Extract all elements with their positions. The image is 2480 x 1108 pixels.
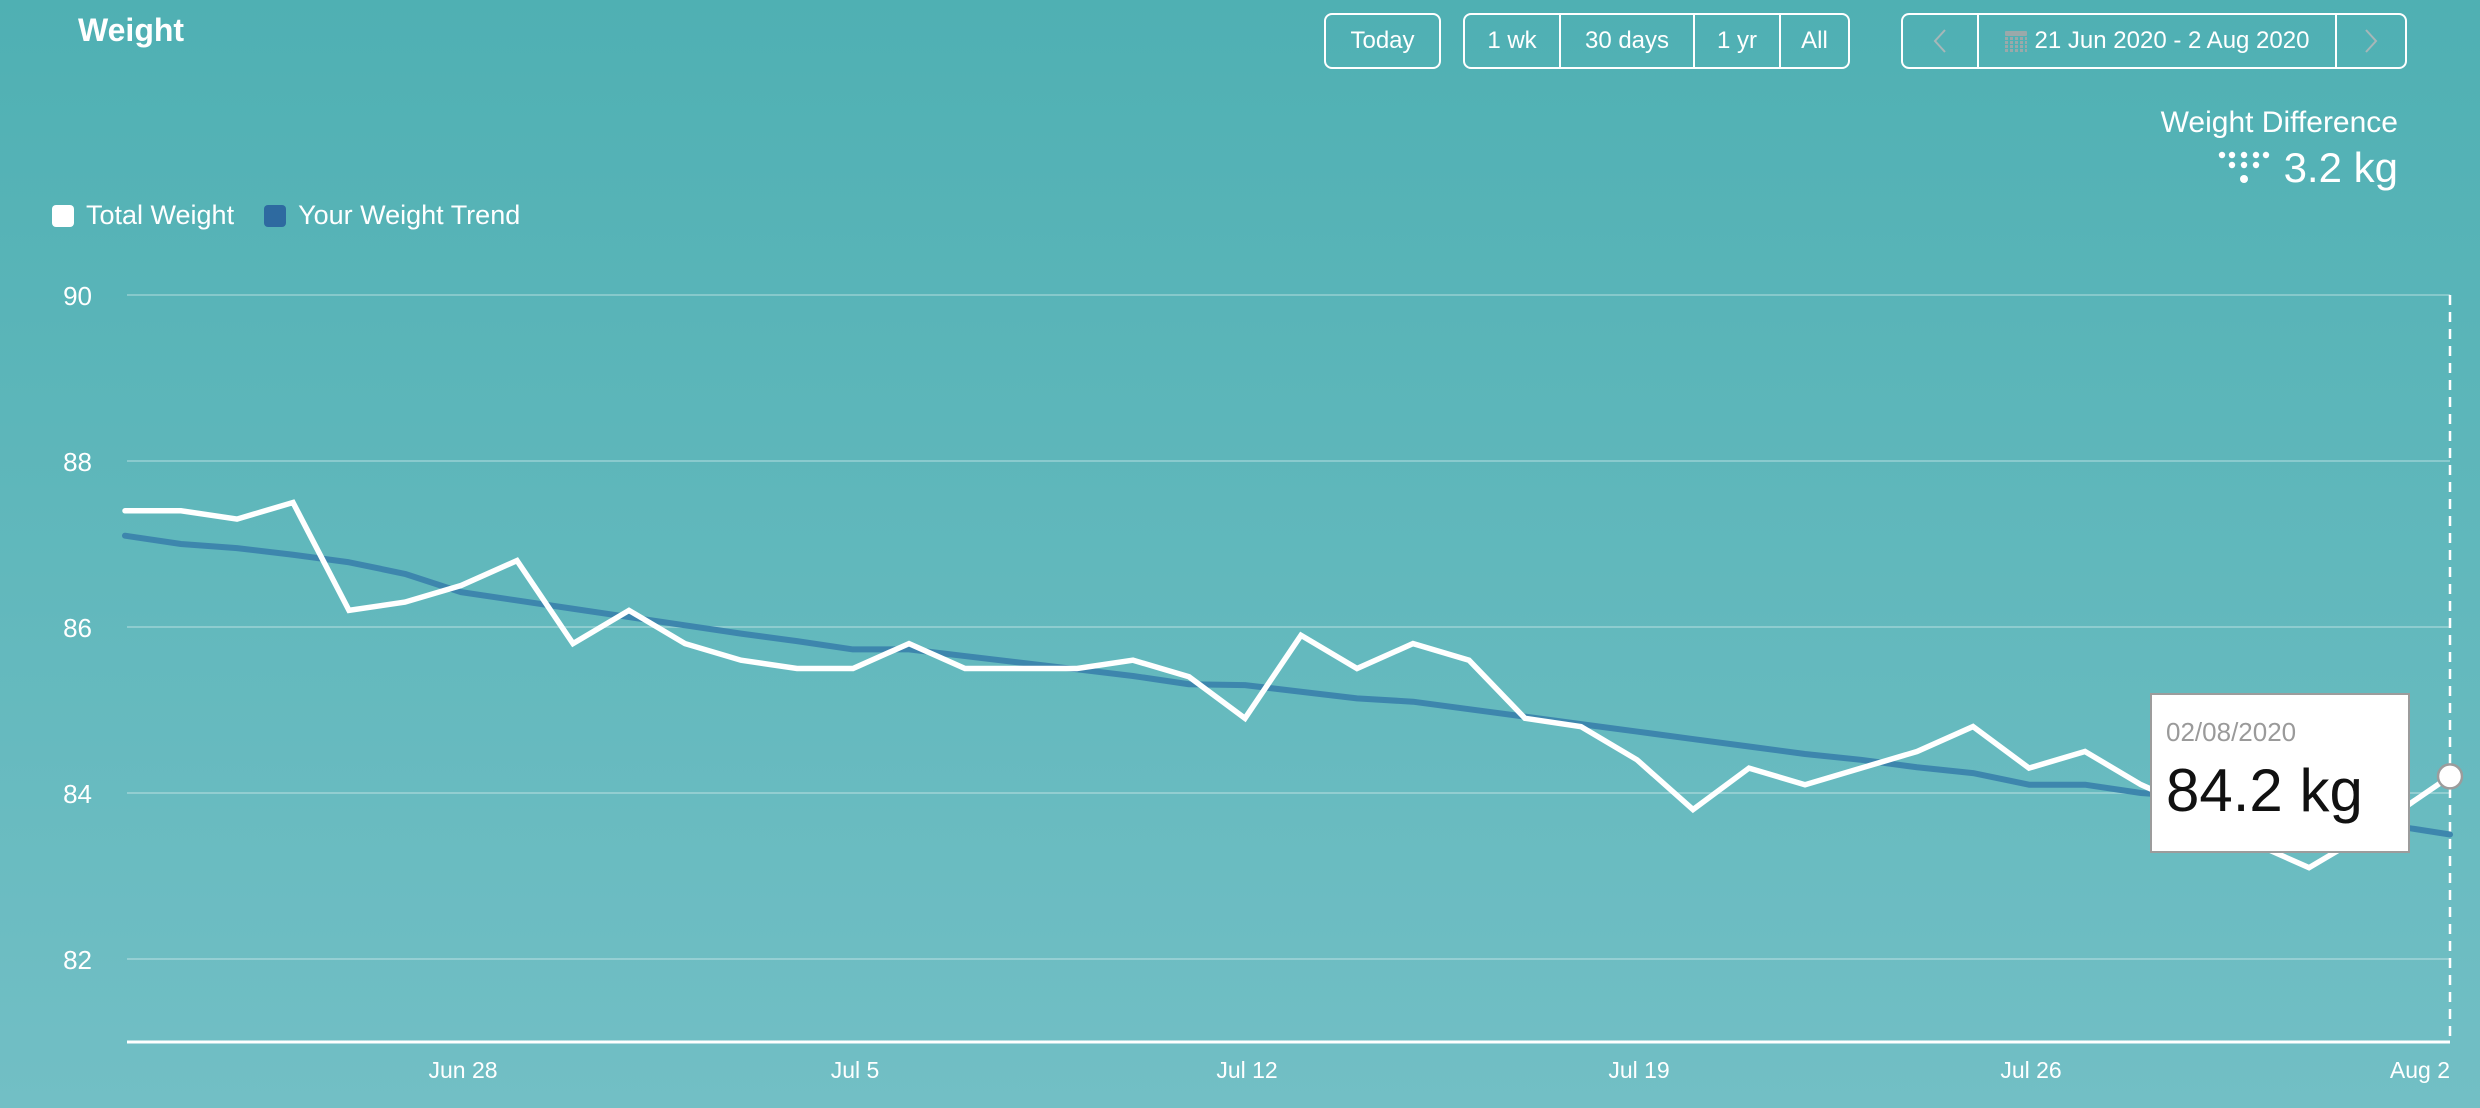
total-weight-point[interactable] — [959, 663, 971, 675]
x-tick-label: Jul 19 — [1608, 1057, 1669, 1083]
total-weight-point[interactable] — [735, 654, 747, 666]
total-weight-point[interactable] — [287, 497, 299, 509]
total-weight-point[interactable] — [1463, 654, 1475, 666]
trend-point — [1465, 705, 1473, 713]
total-weight-point[interactable] — [791, 663, 803, 675]
trend-point — [2446, 831, 2454, 839]
tooltip-value: 84.2 kg — [2166, 757, 2363, 824]
trend-point — [1353, 694, 1361, 702]
total-weight-point[interactable] — [511, 555, 523, 567]
trend-point — [457, 588, 465, 596]
trend-point — [177, 540, 185, 548]
total-weight-point[interactable] — [847, 663, 859, 675]
total-weight-point[interactable] — [343, 604, 355, 616]
trend-point — [905, 645, 913, 653]
trend-point — [1409, 698, 1417, 706]
x-tick-label: Jul 26 — [2000, 1057, 2061, 1083]
total-weight-line — [122, 499, 2453, 871]
total-weight-point[interactable] — [567, 638, 579, 650]
total-weight-point[interactable] — [1911, 746, 1923, 758]
x-tick-label: Jul 12 — [1216, 1057, 1277, 1083]
total-weight-point[interactable] — [1407, 638, 1419, 650]
x-tick-label: Aug 2 — [2390, 1057, 2450, 1083]
y-tick-label: 84 — [63, 779, 92, 809]
trend-point — [1689, 735, 1697, 743]
trend-point — [1521, 713, 1529, 721]
total-weight-point[interactable] — [1687, 804, 1699, 816]
trend-point — [2081, 781, 2089, 789]
trend-point — [345, 558, 353, 566]
trend-point — [625, 613, 633, 621]
total-weight-point[interactable] — [399, 596, 411, 608]
total-weight-point[interactable] — [1631, 754, 1643, 766]
trend-point — [289, 551, 297, 559]
total-weight-point[interactable] — [1295, 629, 1307, 641]
y-tick-label: 88 — [63, 447, 92, 477]
total-weight-point[interactable] — [2023, 762, 2035, 774]
trend-point — [1969, 769, 1977, 777]
total-weight-point[interactable] — [1855, 762, 1867, 774]
trend-point — [1857, 756, 1865, 764]
total-weight-point[interactable] — [2303, 862, 2315, 874]
trend-point — [1913, 763, 1921, 771]
trend-point — [1241, 681, 1249, 689]
trend-point — [121, 532, 129, 540]
total-weight-point[interactable] — [175, 505, 187, 517]
trend-point — [1185, 680, 1193, 688]
weight-chart[interactable]: 82 84 86 88 90 Jun 28 Jul 5 Jul 12 Jul 19 Jul 26… — [0, 0, 2480, 1108]
trend-point — [1801, 750, 1809, 758]
trend-point — [1577, 720, 1585, 728]
total-weight-point[interactable] — [119, 505, 131, 517]
y-tick-label: 82 — [63, 945, 92, 975]
total-weight-point[interactable] — [1743, 762, 1755, 774]
highlighted-point[interactable] — [2436, 763, 2464, 790]
trend-point — [233, 544, 241, 552]
total-weight-point[interactable] — [231, 513, 243, 525]
total-weight-point[interactable] — [1351, 663, 1363, 675]
trend-point — [569, 605, 577, 613]
total-weight-point[interactable] — [1239, 712, 1251, 724]
trend-point — [1129, 672, 1137, 680]
total-weight-point[interactable] — [2079, 746, 2091, 758]
trend-point — [1073, 665, 1081, 673]
total-weight-point[interactable] — [1127, 654, 1139, 666]
trend-point — [737, 630, 745, 638]
y-tick-label: 90 — [63, 281, 92, 311]
trend-point — [849, 645, 857, 653]
tooltip-date: 02/08/2020 — [2166, 717, 2297, 747]
data-tooltip: 02/08/2020 84.2 kg — [2150, 693, 2410, 853]
total-weight-point[interactable] — [1799, 779, 1811, 791]
trend-point — [1633, 728, 1641, 736]
trend-point — [513, 596, 521, 604]
x-tick-label: Jul 5 — [831, 1057, 880, 1083]
trend-point — [401, 570, 409, 578]
trend-point — [961, 652, 969, 660]
trend-point — [681, 621, 689, 629]
trend-point — [2025, 781, 2033, 789]
y-tick-label: 86 — [63, 613, 92, 643]
trend-point — [2137, 789, 2145, 797]
trend-point — [1017, 659, 1025, 667]
trend-point — [1297, 688, 1305, 696]
total-weight-point[interactable] — [1967, 721, 1979, 733]
total-weight-point[interactable] — [2135, 779, 2147, 791]
trend-point — [1745, 743, 1753, 751]
total-weight-point[interactable] — [679, 638, 691, 650]
trend-point — [793, 637, 801, 645]
x-tick-label: Jun 28 — [428, 1057, 497, 1083]
